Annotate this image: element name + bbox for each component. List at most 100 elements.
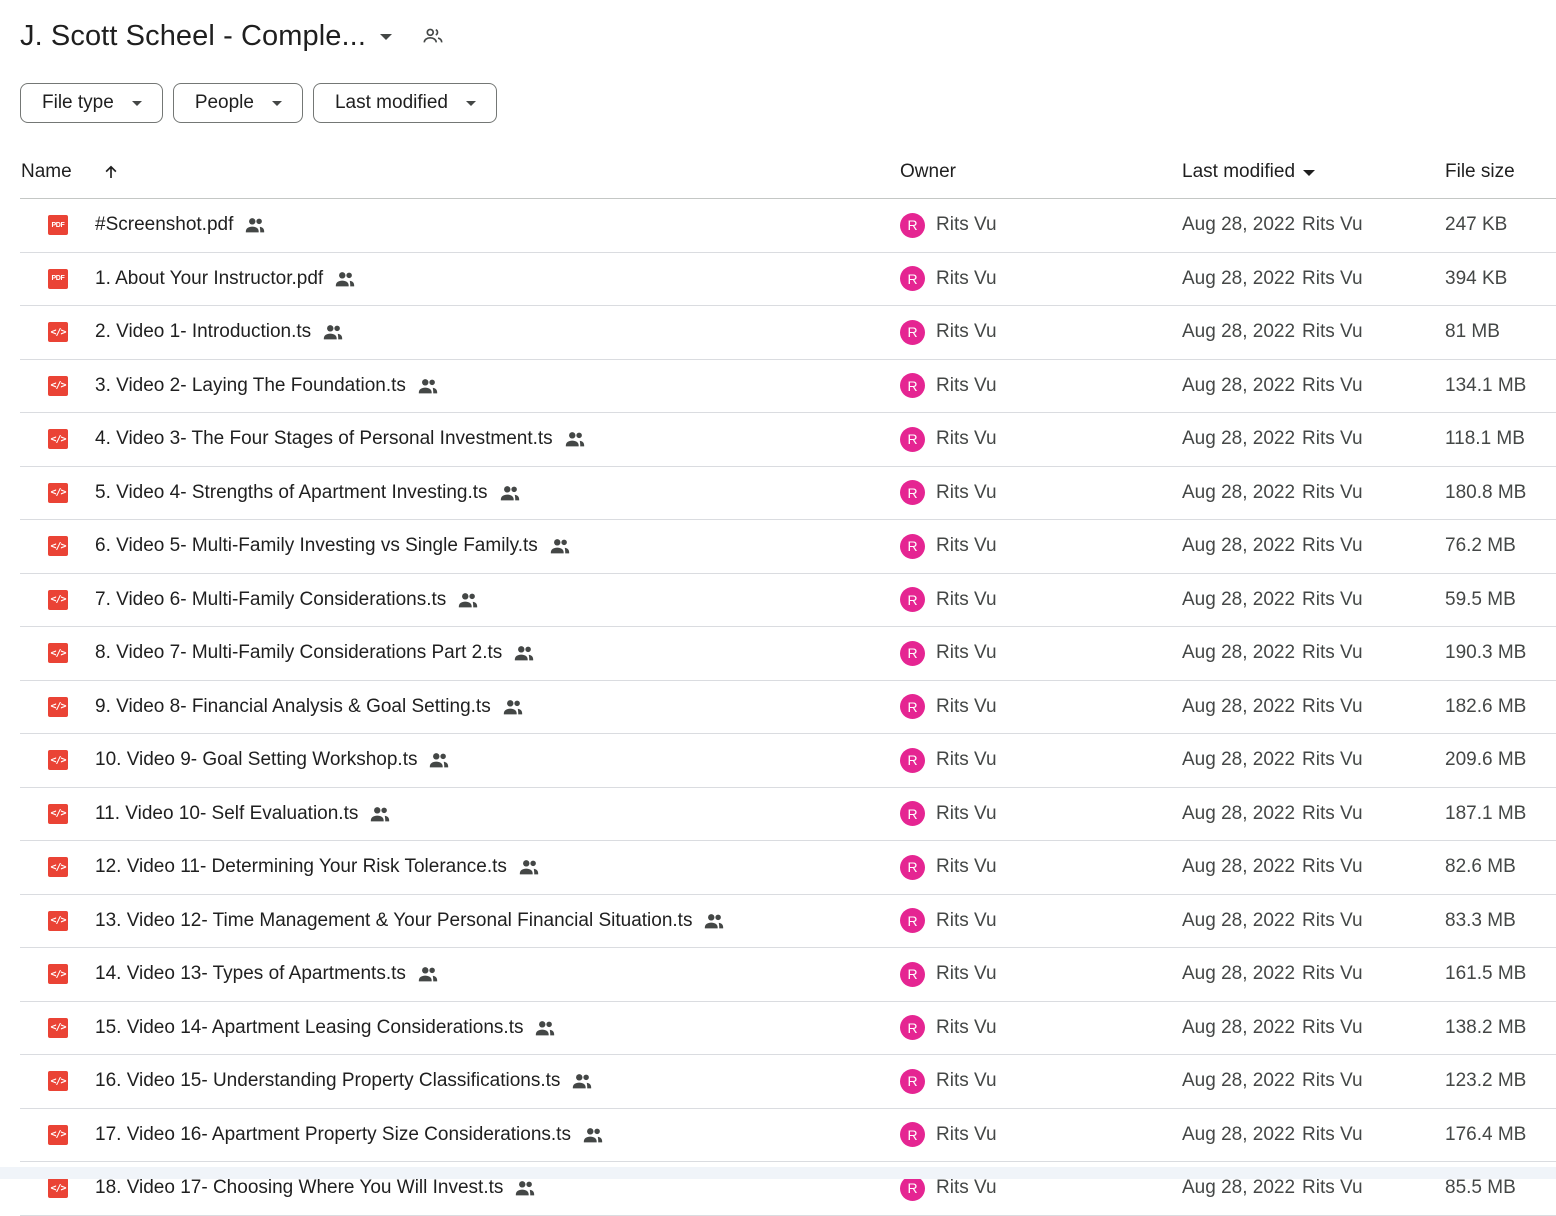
modified-by: Rits Vu (1302, 1123, 1363, 1145)
file-size-cell: 134.1 MB (1445, 360, 1526, 412)
shared-folder-icon[interactable] (422, 25, 444, 47)
file-name[interactable]: 7. Video 6- Multi-Family Considerations.… (95, 589, 446, 611)
table-row[interactable]: </> 2. Video 1- Introduction.ts R Rits Vu Au… (20, 306, 1556, 360)
file-name-cell[interactable]: 4. Video 3- The Four Stages of Personal … (95, 413, 586, 465)
last-modified-column-header[interactable]: Last modified (1182, 146, 1316, 198)
file-name[interactable]: 1. About Your Instructor.pdf (95, 268, 323, 290)
shared-icon (582, 1124, 604, 1146)
file-type-icon-cell: </> (48, 1109, 68, 1161)
table-row[interactable]: </> 13. Video 12- Time Management & Your … (20, 895, 1556, 948)
code-file-icon: </> (48, 1124, 68, 1145)
file-name[interactable]: 9. Video 8- Financial Analysis & Goal Se… (95, 696, 491, 718)
file-name[interactable]: 17. Video 16- Apartment Property Size Co… (95, 1124, 571, 1146)
file-size-cell: 187.1 MB (1445, 788, 1526, 840)
file-size: 182.6 MB (1445, 695, 1527, 717)
file-name[interactable]: #Screenshot.pdf (95, 214, 233, 236)
file-name[interactable]: 16. Video 15- Understanding Property Cla… (95, 1070, 560, 1092)
file-name-cell[interactable]: 2. Video 1- Introduction.ts (95, 306, 344, 358)
avatar: R (900, 908, 925, 933)
modified-date: Aug 28, 2022 (1182, 428, 1296, 449)
file-name-cell[interactable]: 8. Video 7- Multi-Family Considerations … (95, 627, 535, 679)
table-row[interactable]: PDF #Screenshot.pdf R Rits Vu Aug 28, 2022 Ri… (20, 199, 1556, 253)
shared-icon (703, 910, 725, 932)
modified-by: Rits Vu (1302, 428, 1363, 449)
file-name[interactable]: 15. Video 14- Apartment Leasing Consider… (95, 1017, 523, 1039)
name-column-header[interactable]: Name (21, 146, 120, 198)
file-name[interactable]: 5. Video 4- Strengths of Apartment Inves… (95, 482, 488, 504)
file-size: 187.1 MB (1445, 802, 1527, 824)
table-row[interactable]: </> 7. Video 6- Multi-Family Consideratio… (20, 574, 1556, 627)
last-modified-filter[interactable]: Last modified (312, 83, 497, 123)
file-name-cell[interactable]: 7. Video 6- Multi-Family Considerations.… (95, 574, 479, 626)
chevron-down-icon (271, 100, 282, 106)
file-name-cell[interactable]: 16. Video 15- Understanding Property Cla… (95, 1055, 593, 1107)
file-type-icon-cell: </> (48, 734, 68, 786)
file-name-cell[interactable]: #Screenshot.pdf (95, 199, 266, 251)
file-name-cell[interactable]: 10. Video 9- Goal Setting Workshop.ts (95, 734, 450, 786)
owner-column-header: Owner (900, 146, 956, 198)
file-name-cell[interactable]: 3. Video 2- Laying The Foundation.ts (95, 360, 439, 412)
file-size-column-header[interactable]: File size (1445, 146, 1515, 198)
file-size-cell: 123.2 MB (1445, 1055, 1526, 1107)
table-row[interactable]: </> 3. Video 2- Laying The Foundation.ts R… (20, 360, 1556, 413)
table-row[interactable]: PDF 1. About Your Instructor.pdf R Rits Vu A… (20, 253, 1556, 306)
table-row[interactable]: </> 4. Video 3- The Four Stages of Person… (20, 413, 1556, 467)
table-row[interactable]: </> 12. Video 11- Determining Your Risk T… (20, 841, 1556, 895)
people-filter[interactable]: People (172, 83, 303, 123)
file-name-cell[interactable]: 5. Video 4- Strengths of Apartment Inves… (95, 467, 521, 519)
file-name[interactable]: 11. Video 10- Self Evaluation.ts (95, 803, 358, 825)
file-name[interactable]: 3. Video 2- Laying The Foundation.ts (95, 375, 406, 397)
file-name[interactable]: 18. Video 17- Choosing Where You Will In… (95, 1177, 503, 1199)
file-name[interactable]: 10. Video 9- Goal Setting Workshop.ts (95, 749, 417, 771)
file-name[interactable]: 12. Video 11- Determining Your Risk Tole… (95, 856, 507, 878)
owner-cell: R Rits Vu (900, 253, 997, 305)
sort-dropdown-icon[interactable] (1303, 170, 1316, 176)
file-name[interactable]: 4. Video 3- The Four Stages of Personal … (95, 428, 553, 450)
file-name[interactable]: 14. Video 13- Types of Apartments.ts (95, 963, 406, 985)
file-name[interactable]: 2. Video 1- Introduction.ts (95, 321, 311, 343)
modified-date: Aug 28, 2022 (1182, 642, 1296, 663)
file-name-cell[interactable]: 13. Video 12- Time Management & Your Per… (95, 895, 725, 947)
owner-cell: R Rits Vu (900, 467, 997, 519)
table-row[interactable]: </> 10. Video 9- Goal Setting Workshop.ts… (20, 734, 1556, 788)
file-name-cell[interactable]: 14. Video 13- Types of Apartments.ts (95, 948, 439, 1000)
table-row[interactable]: </> 6. Video 5- Multi-Family Investing vs… (20, 520, 1556, 574)
last-modified-cell: Aug 28, 2022 Rits Vu (1182, 627, 1363, 679)
file-size: 118.1 MB (1445, 428, 1525, 449)
file-name[interactable]: 6. Video 5- Multi-Family Investing vs Si… (95, 535, 538, 557)
shared-icon (244, 214, 266, 236)
file-name-cell[interactable]: 12. Video 11- Determining Your Risk Tole… (95, 841, 540, 893)
file-type-icon-cell: </> (48, 681, 68, 733)
shared-icon (502, 696, 524, 718)
table-row[interactable]: </> 15. Video 14- Apartment Leasing Consi… (20, 1002, 1556, 1055)
owner-name: Rits Vu (936, 909, 997, 931)
file-name-cell[interactable]: 15. Video 14- Apartment Leasing Consider… (95, 1002, 556, 1054)
modified-by: Rits Vu (1302, 588, 1363, 610)
avatar: R (900, 1122, 925, 1147)
file-name-cell[interactable]: 6. Video 5- Multi-Family Investing vs Si… (95, 520, 571, 572)
table-row[interactable]: </> 14. Video 13- Types of Apartments.ts R… (20, 948, 1556, 1002)
file-type-filter[interactable]: File type (20, 83, 163, 123)
table-row[interactable]: </> 9. Video 8- Financial Analysis & Goal… (20, 681, 1556, 734)
file-size-cell: 83.3 MB (1445, 895, 1516, 947)
last-modified-cell: Aug 28, 2022 Rits Vu (1182, 306, 1363, 358)
sort-ascending-icon[interactable] (102, 163, 120, 181)
modified-date: Aug 28, 2022 (1182, 1123, 1296, 1145)
owner-column-label: Owner (900, 161, 956, 182)
table-row[interactable]: </> 8. Video 7- Multi-Family Consideratio… (20, 627, 1556, 681)
file-name-cell[interactable]: 11. Video 10- Self Evaluation.ts (95, 788, 391, 840)
table-row[interactable]: </> 16. Video 15- Understanding Property … (20, 1055, 1556, 1109)
file-size-cell: 247 KB (1445, 199, 1507, 251)
file-size-cell: 180.8 MB (1445, 467, 1526, 519)
table-row[interactable]: </> 5. Video 4- Strengths of Apartment In… (20, 467, 1556, 520)
folder-title[interactable]: J. Scott Scheel - Comple... (20, 20, 366, 53)
file-name-cell[interactable]: 17. Video 16- Apartment Property Size Co… (95, 1109, 604, 1161)
file-name-cell[interactable]: 1. About Your Instructor.pdf (95, 253, 356, 305)
table-row[interactable]: </> 17. Video 16- Apartment Property Size… (20, 1109, 1556, 1162)
folder-menu-caret-icon[interactable] (380, 34, 392, 40)
file-name[interactable]: 8. Video 7- Multi-Family Considerations … (95, 642, 502, 664)
table-row[interactable]: </> 11. Video 10- Self Evaluation.ts R Rits… (20, 788, 1556, 841)
file-name-cell[interactable]: 9. Video 8- Financial Analysis & Goal Se… (95, 681, 524, 733)
owner-cell: R Rits Vu (900, 199, 997, 251)
file-name[interactable]: 13. Video 12- Time Management & Your Per… (95, 910, 692, 932)
